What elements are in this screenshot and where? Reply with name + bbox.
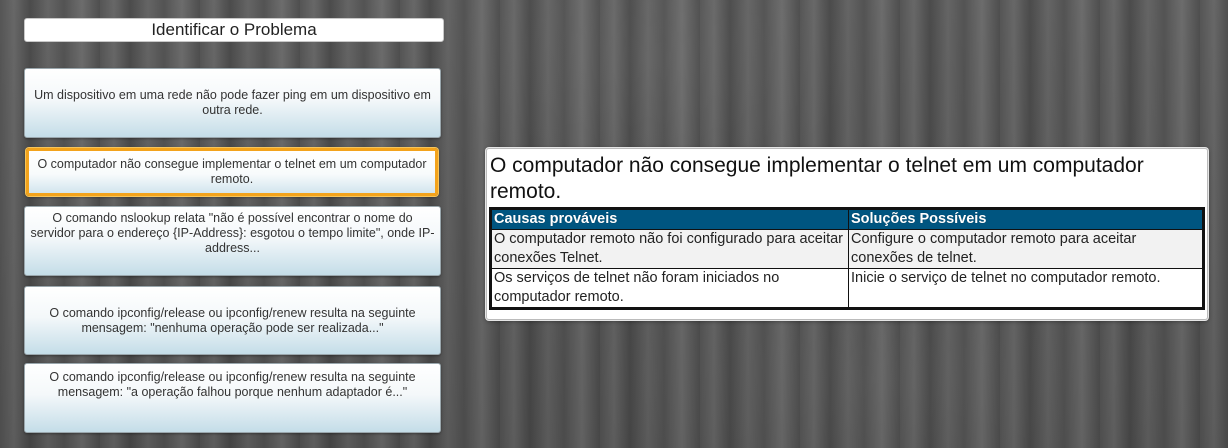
problem-item-text: O comando ipconfig/release ou ipconfig/r… xyxy=(49,305,416,335)
problem-item-1[interactable]: Um dispositivo em uma rede não pode faze… xyxy=(24,68,441,138)
column-header-solutions: Soluções Possíveis xyxy=(848,208,1204,230)
problem-item-4[interactable]: O comando ipconfig/release ou ipconfig/r… xyxy=(24,286,441,355)
table-row: O computador remoto não foi configurado … xyxy=(490,229,1204,269)
panel-title: Identificar o Problema xyxy=(24,18,444,42)
detail-panel: O computador não consegue implementar o … xyxy=(486,148,1208,320)
problem-item-5[interactable]: O comando ipconfig/release ou ipconfig/r… xyxy=(24,363,441,433)
problem-item-text: O comando ipconfig/release ou ipconfig/r… xyxy=(49,370,416,399)
problem-item-3[interactable]: O comando nslookup relata "não é possíve… xyxy=(24,206,441,276)
causes-solutions-table: Causas prováveis Soluções Possíveis O co… xyxy=(489,207,1205,310)
panel-title-text: Identificar o Problema xyxy=(151,20,317,39)
problem-item-text: O comando nslookup relata "não é possíve… xyxy=(30,211,435,255)
cause-cell: Os serviços de telnet não foram iniciado… xyxy=(490,268,849,309)
cause-cell: O computador remoto não foi configurado … xyxy=(490,229,849,269)
detail-title: O computador não consegue implementar o … xyxy=(490,154,1144,203)
table-header-row: Causas prováveis Soluções Possíveis xyxy=(490,208,1204,230)
problem-item-2-selected[interactable]: O computador não consegue implementar o … xyxy=(26,148,438,196)
solution-cell: Inicie o serviço de telnet no computador… xyxy=(848,268,1204,309)
problem-item-text: Um dispositivo em uma rede não pode faze… xyxy=(34,88,431,117)
table-row: Os serviços de telnet não foram iniciado… xyxy=(490,268,1204,309)
column-header-causes: Causas prováveis xyxy=(490,208,849,230)
solution-cell: Configure o computador remoto para aceit… xyxy=(848,229,1204,269)
problem-item-text: O computador não consegue implementar o … xyxy=(37,157,427,186)
